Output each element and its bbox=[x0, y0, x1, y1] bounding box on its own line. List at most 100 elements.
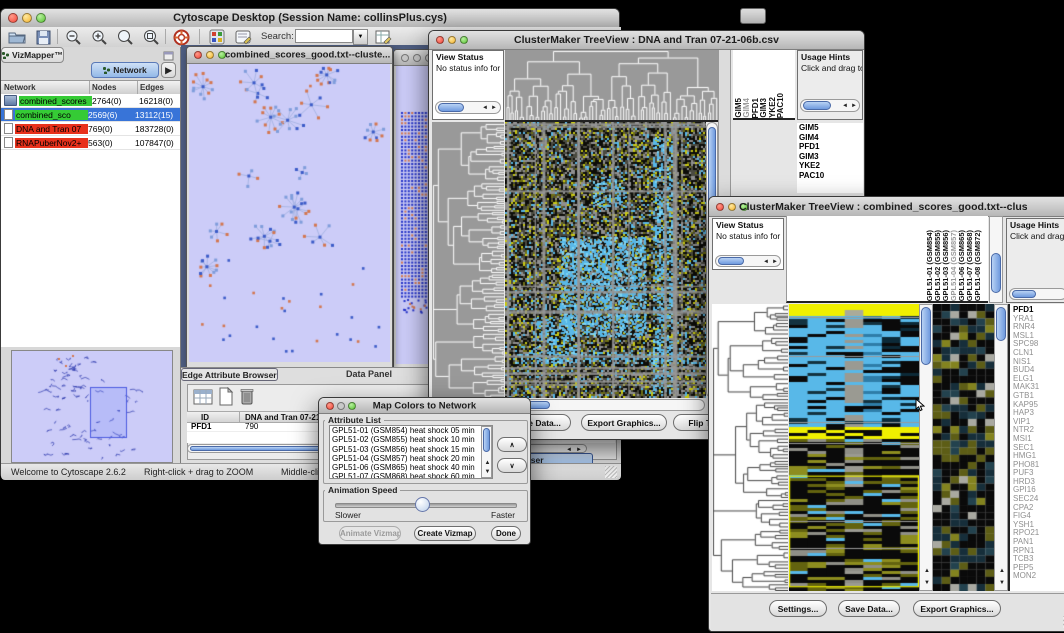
scroll-down-icon[interactable]: ▼ bbox=[485, 469, 491, 475]
scrollbar-thumb[interactable] bbox=[991, 253, 1001, 293]
dialog-titlebar[interactable]: Map Colors to Network bbox=[319, 398, 530, 414]
dialog-button[interactable]: Create Vizmap bbox=[414, 526, 476, 541]
network-view-window-1[interactable]: combined_scores_good.txt--cluste... bbox=[186, 46, 393, 368]
tv2-heatmap[interactable] bbox=[789, 304, 919, 591]
tv2-zoom-heatmap[interactable] bbox=[933, 304, 994, 591]
trash-icon[interactable] bbox=[239, 387, 255, 411]
network-table-row[interactable]: combined_sco 2569(6) 13112(15) bbox=[1, 108, 180, 122]
tv1-hints-hscrollbar[interactable]: ◄ ► bbox=[800, 99, 860, 112]
help-icon[interactable] bbox=[169, 28, 193, 46]
network-table-row[interactable]: RNAPuberNov2+ 563(0) 107847(0) bbox=[1, 136, 180, 150]
scroll-right-icon[interactable]: ► bbox=[772, 259, 778, 265]
zoom-out-icon[interactable] bbox=[61, 28, 85, 46]
attribute-item[interactable]: GPL51-02 (GSM855) heat shock 10 min bbox=[330, 435, 492, 444]
row-label[interactable]: PAC10 bbox=[797, 171, 863, 181]
scrollbar-thumb[interactable] bbox=[921, 307, 931, 365]
tv2-row-dendrogram[interactable] bbox=[712, 304, 788, 591]
scrollbar-thumb[interactable] bbox=[483, 428, 490, 452]
annotation-icon[interactable] bbox=[231, 28, 255, 46]
tv2-labels-vscrollbar[interactable] bbox=[989, 216, 1003, 303]
dialog-button[interactable]: Done bbox=[491, 526, 521, 541]
scroll-down-icon[interactable]: ▼ bbox=[924, 580, 930, 586]
attribute-item[interactable]: GPL51-03 (GSM856) heat shock 15 min bbox=[330, 445, 492, 454]
open-session-icon[interactable] bbox=[5, 28, 29, 46]
new-doc-icon[interactable] bbox=[218, 387, 234, 411]
control-panel-tab[interactable]: VizMapper™ bbox=[1, 47, 64, 63]
animation-slider-thumb[interactable] bbox=[415, 497, 430, 512]
treeview2-window[interactable]: ClusterMaker TreeView : combined_scores_… bbox=[708, 196, 1064, 632]
search-input[interactable] bbox=[295, 29, 353, 43]
zoom-selected-icon[interactable] bbox=[113, 28, 137, 46]
row-label[interactable]: GIM4 bbox=[797, 133, 863, 143]
attribute-item[interactable]: GPL51-04 (GSM857) heat shock 20 min bbox=[330, 454, 492, 463]
tv1-heatmap[interactable] bbox=[505, 122, 706, 398]
scroll-left-icon[interactable]: ◄ bbox=[566, 447, 572, 453]
scroll-down-icon[interactable]: ▼ bbox=[999, 580, 1005, 586]
save-session-icon[interactable] bbox=[31, 28, 55, 46]
tv1-row-dendrogram[interactable] bbox=[432, 122, 504, 398]
column-label[interactable]: PAC10 bbox=[777, 93, 785, 118]
scrollbar-thumb[interactable] bbox=[803, 101, 831, 110]
column-label[interactable]: GPL51-08 (GSM872) bbox=[974, 230, 982, 301]
treeview1-titlebar[interactable]: ClusterMaker TreeView : DNA and Tran 07-… bbox=[429, 31, 864, 50]
network-table-row[interactable]: DNA and Tran 07 769(0) 183728(0) bbox=[1, 122, 180, 136]
move-down-button[interactable]: ∨ bbox=[497, 458, 527, 473]
scroll-right-icon[interactable]: ► bbox=[491, 105, 497, 111]
treeview-button[interactable]: Save Data... bbox=[838, 600, 900, 617]
tv1-status-hscrollbar[interactable]: ◄ ► bbox=[435, 101, 501, 114]
minimize-icon[interactable] bbox=[728, 203, 736, 211]
move-up-button[interactable]: ∧ bbox=[497, 437, 527, 452]
tv1-bottom-hscrollbar[interactable] bbox=[505, 399, 705, 411]
tv2-heatmap-vscrollbar[interactable]: ▲ ▼ bbox=[919, 304, 933, 591]
main-titlebar[interactable]: Cytoscape Desktop (Session Name: collins… bbox=[1, 9, 619, 28]
row-label[interactable]: GIM3 bbox=[797, 152, 863, 162]
minimize-icon[interactable] bbox=[206, 51, 214, 59]
column-header-id[interactable]: ID bbox=[201, 413, 209, 422]
minimize-icon[interactable] bbox=[413, 54, 421, 62]
scrollbar-thumb[interactable] bbox=[1012, 290, 1036, 298]
treeview-button[interactable]: Export Graphics... bbox=[913, 600, 1001, 617]
resize-grip[interactable] bbox=[605, 466, 617, 478]
zoom-in-icon[interactable] bbox=[87, 28, 111, 46]
scroll-right-icon[interactable]: ► bbox=[851, 103, 857, 109]
scroll-left-icon[interactable]: ◄ bbox=[763, 259, 769, 265]
tv2-status-hscrollbar[interactable]: ◄ ► bbox=[715, 255, 781, 267]
network-table-row[interactable]: combined_scores 2764(0) 16218(0) bbox=[1, 94, 180, 108]
map-colors-dialog[interactable]: Map Colors to Network Attribute List GPL… bbox=[318, 397, 531, 545]
treeview2-titlebar[interactable]: ClusterMaker TreeView : combined_scores_… bbox=[709, 197, 1064, 217]
row-label[interactable]: YKE2 bbox=[797, 161, 863, 171]
gene-label[interactable]: MON2 bbox=[1013, 572, 1064, 581]
attribute-editor-icon[interactable] bbox=[371, 28, 395, 46]
tv1-column-dendrogram[interactable] bbox=[505, 50, 718, 122]
scroll-up-icon[interactable]: ▲ bbox=[999, 568, 1005, 574]
scrollbar-thumb[interactable] bbox=[708, 127, 716, 207]
network-overview[interactable] bbox=[11, 350, 173, 463]
scroll-right-icon[interactable]: ► bbox=[576, 447, 582, 453]
close-icon[interactable] bbox=[401, 54, 409, 62]
row-label[interactable]: PFD1 bbox=[797, 142, 863, 152]
row-label[interactable]: GIM5 bbox=[797, 123, 863, 133]
close-icon[interactable] bbox=[194, 51, 202, 59]
scroll-up-icon[interactable]: ▲ bbox=[924, 568, 930, 574]
control-panel-tab[interactable]: Network bbox=[91, 62, 159, 78]
scroll-up-icon[interactable]: ▲ bbox=[485, 460, 491, 466]
table-icon[interactable] bbox=[193, 388, 213, 411]
scroll-left-icon[interactable]: ◄ bbox=[842, 103, 848, 109]
treeview-button[interactable]: Export Graphics... bbox=[581, 414, 667, 431]
data-panel-tab[interactable]: Edge Attribute Browser bbox=[181, 368, 278, 381]
tv2-hints-hscrollbar[interactable] bbox=[1009, 288, 1064, 300]
zoom-fit-icon[interactable] bbox=[139, 28, 163, 46]
scrollbar-thumb[interactable] bbox=[718, 257, 744, 265]
scroll-left-icon[interactable]: ◄ bbox=[482, 105, 488, 111]
tv2-genes-vscrollbar[interactable]: ▲ ▼ bbox=[994, 304, 1008, 591]
dialog-button[interactable]: Animate Vizmap bbox=[339, 526, 401, 541]
network-canvas-1[interactable] bbox=[189, 64, 390, 362]
attribute-item[interactable]: GPL51-01 (GSM854) heat shock 05 min bbox=[330, 426, 492, 435]
treeview-button[interactable]: Settings... bbox=[769, 600, 827, 617]
tab-overflow-button[interactable]: ▶ bbox=[161, 62, 176, 78]
close-icon[interactable] bbox=[716, 203, 724, 211]
search-dropdown-icon[interactable]: ▼ bbox=[353, 29, 368, 45]
attribute-list-vscrollbar[interactable]: ▲ ▼ bbox=[481, 426, 492, 478]
vizmapper-icon[interactable] bbox=[205, 28, 229, 46]
attribute-item[interactable]: GPL51-06 (GSM865) heat shock 40 min bbox=[330, 463, 492, 472]
